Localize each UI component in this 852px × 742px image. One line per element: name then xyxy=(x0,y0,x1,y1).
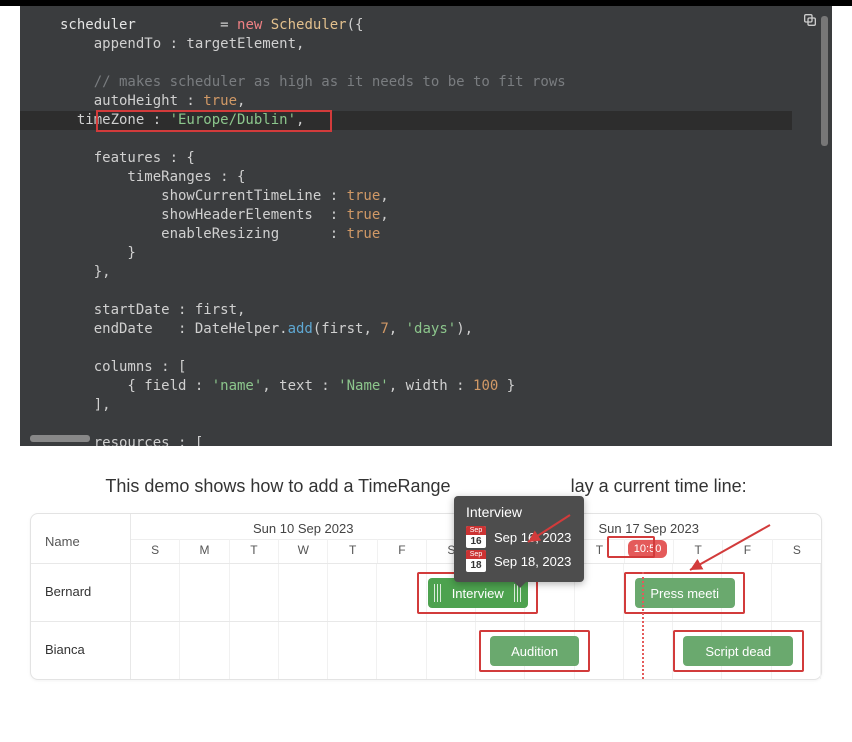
calendar-icon: Sep 18 xyxy=(466,550,486,572)
resource-name: Bernard xyxy=(31,564,131,621)
tooltip-arrow-icon xyxy=(514,582,526,588)
code-token: autoHeight : xyxy=(60,93,203,109)
code-line: } xyxy=(60,245,136,261)
code-token: , xyxy=(389,321,406,337)
code-token: , xyxy=(380,207,388,223)
code-token: } xyxy=(498,378,515,394)
code-line: timeRanges : { xyxy=(60,169,245,185)
code-token: 'days' xyxy=(406,321,457,337)
day-label: W xyxy=(279,539,328,563)
day-label: S xyxy=(773,539,821,563)
code-token: Scheduler xyxy=(262,17,346,33)
event-tooltip: Interview Sep 16 Sep 16, 2023 Sep 18 Sep… xyxy=(454,496,584,582)
code-token: 'Name' xyxy=(338,378,389,394)
code-line: startDate : first, xyxy=(60,302,245,318)
cal-month: Sep xyxy=(466,550,486,559)
code-token: showHeaderElements : xyxy=(60,207,347,223)
code-token: = xyxy=(136,17,237,33)
code-comment: // makes scheduler as high as it needs t… xyxy=(60,74,566,90)
code-token: true xyxy=(347,188,381,204)
code-content: scheduler = new Scheduler({ appendTo : t… xyxy=(20,16,832,446)
day-label: F xyxy=(378,539,427,563)
code-token: scheduler xyxy=(60,17,136,33)
code-token: new xyxy=(237,17,262,33)
day-label: S xyxy=(131,539,180,563)
tooltip-end-row: Sep 18 Sep 18, 2023 xyxy=(466,550,572,572)
day-label: T xyxy=(328,539,377,563)
scheduler-row: Bernard al ra… 10:50 Interview Press mee… xyxy=(31,563,821,621)
code-line: columns : [ xyxy=(60,359,186,375)
tooltip-start-row: Sep 16 Sep 16, 2023 xyxy=(466,526,572,548)
code-token: true xyxy=(347,226,381,242)
day-label: T xyxy=(230,539,279,563)
resource-name: Bianca xyxy=(31,622,131,679)
cal-month: Sep xyxy=(466,526,486,535)
row-timeline[interactable]: Audition Script dead xyxy=(131,622,821,679)
scrollbar-horizontal[interactable] xyxy=(30,435,90,442)
scheduler-header: Name Sun 10 Sep 2023 S M T W T F S Sun 1… xyxy=(31,514,821,563)
scheduler: Name Sun 10 Sep 2023 S M T W T F S Sun 1… xyxy=(30,513,822,680)
tooltip-end-date: Sep 18, 2023 xyxy=(494,554,571,569)
code-highlight-line: timeZone : 'Europe/Dublin', xyxy=(20,111,792,130)
code-token: , xyxy=(237,93,245,109)
cal-day: 18 xyxy=(466,559,486,572)
code-line: ], xyxy=(60,397,111,413)
week-title: Sun 10 Sep 2023 xyxy=(131,514,476,539)
code-token: 7 xyxy=(380,321,388,337)
code-token: true xyxy=(203,93,237,109)
column-header-name[interactable]: Name xyxy=(31,514,131,563)
code-token: , text : xyxy=(262,378,338,394)
scheduler-body: Bernard al ra… 10:50 Interview Press mee… xyxy=(31,563,821,679)
code-token: ({ xyxy=(347,17,364,33)
code-token: 'name' xyxy=(212,378,263,394)
day-labels: S M T W T F S xyxy=(131,539,476,563)
code-token: { field : xyxy=(60,378,212,394)
code-token: add xyxy=(288,321,313,337)
current-time-line xyxy=(642,572,644,679)
event-press[interactable]: Press meeti xyxy=(635,578,735,608)
code-token: 100 xyxy=(473,378,498,394)
tooltip-title: Interview xyxy=(466,504,572,520)
event-audition[interactable]: Audition xyxy=(490,636,580,666)
event-label: Press meeti xyxy=(650,586,719,601)
code-token: (first, xyxy=(313,321,380,337)
event-label: Audition xyxy=(511,644,558,659)
code-token: showCurrentTimeLine : xyxy=(60,188,347,204)
resize-handle-left[interactable] xyxy=(434,584,442,602)
event-interview[interactable]: Interview xyxy=(428,578,528,608)
scheduler-row: Bianca Audition Script dead xyxy=(31,621,821,679)
code-block: scheduler = new Scheduler({ appendTo : t… xyxy=(20,6,832,446)
code-token: enableResizing : xyxy=(60,226,347,242)
event-script[interactable]: Script dead xyxy=(683,636,793,666)
code-token: , width : xyxy=(389,378,473,394)
code-token: endDate : DateHelper. xyxy=(60,321,288,337)
code-token: timeZone : xyxy=(60,112,170,128)
code-token: 'Europe/Dublin' xyxy=(170,112,296,128)
code-token: , xyxy=(296,112,304,128)
event-label: Interview xyxy=(442,586,514,601)
current-time-badge: 10:50 xyxy=(628,540,668,558)
code-token: , xyxy=(380,188,388,204)
day-label: M xyxy=(180,539,229,563)
copy-icon[interactable] xyxy=(802,12,818,28)
cal-day: 16 xyxy=(466,535,486,548)
code-token: true xyxy=(347,207,381,223)
calendar-icon: Sep 16 xyxy=(466,526,486,548)
event-label: Script dead xyxy=(705,644,771,659)
code-line: appendTo : targetElement, xyxy=(60,36,304,52)
day-label: F xyxy=(723,539,772,563)
scrollbar-vertical[interactable] xyxy=(821,16,828,146)
code-line: }, xyxy=(60,264,111,280)
tooltip-start-date: Sep 16, 2023 xyxy=(494,530,571,545)
code-line: features : { xyxy=(60,150,195,166)
code-token: ), xyxy=(456,321,473,337)
week-group-0: Sun 10 Sep 2023 S M T W T F S xyxy=(131,514,477,563)
demo-description: This demo shows how to add a TimeRange l… xyxy=(30,476,822,497)
day-label: T xyxy=(674,539,723,563)
